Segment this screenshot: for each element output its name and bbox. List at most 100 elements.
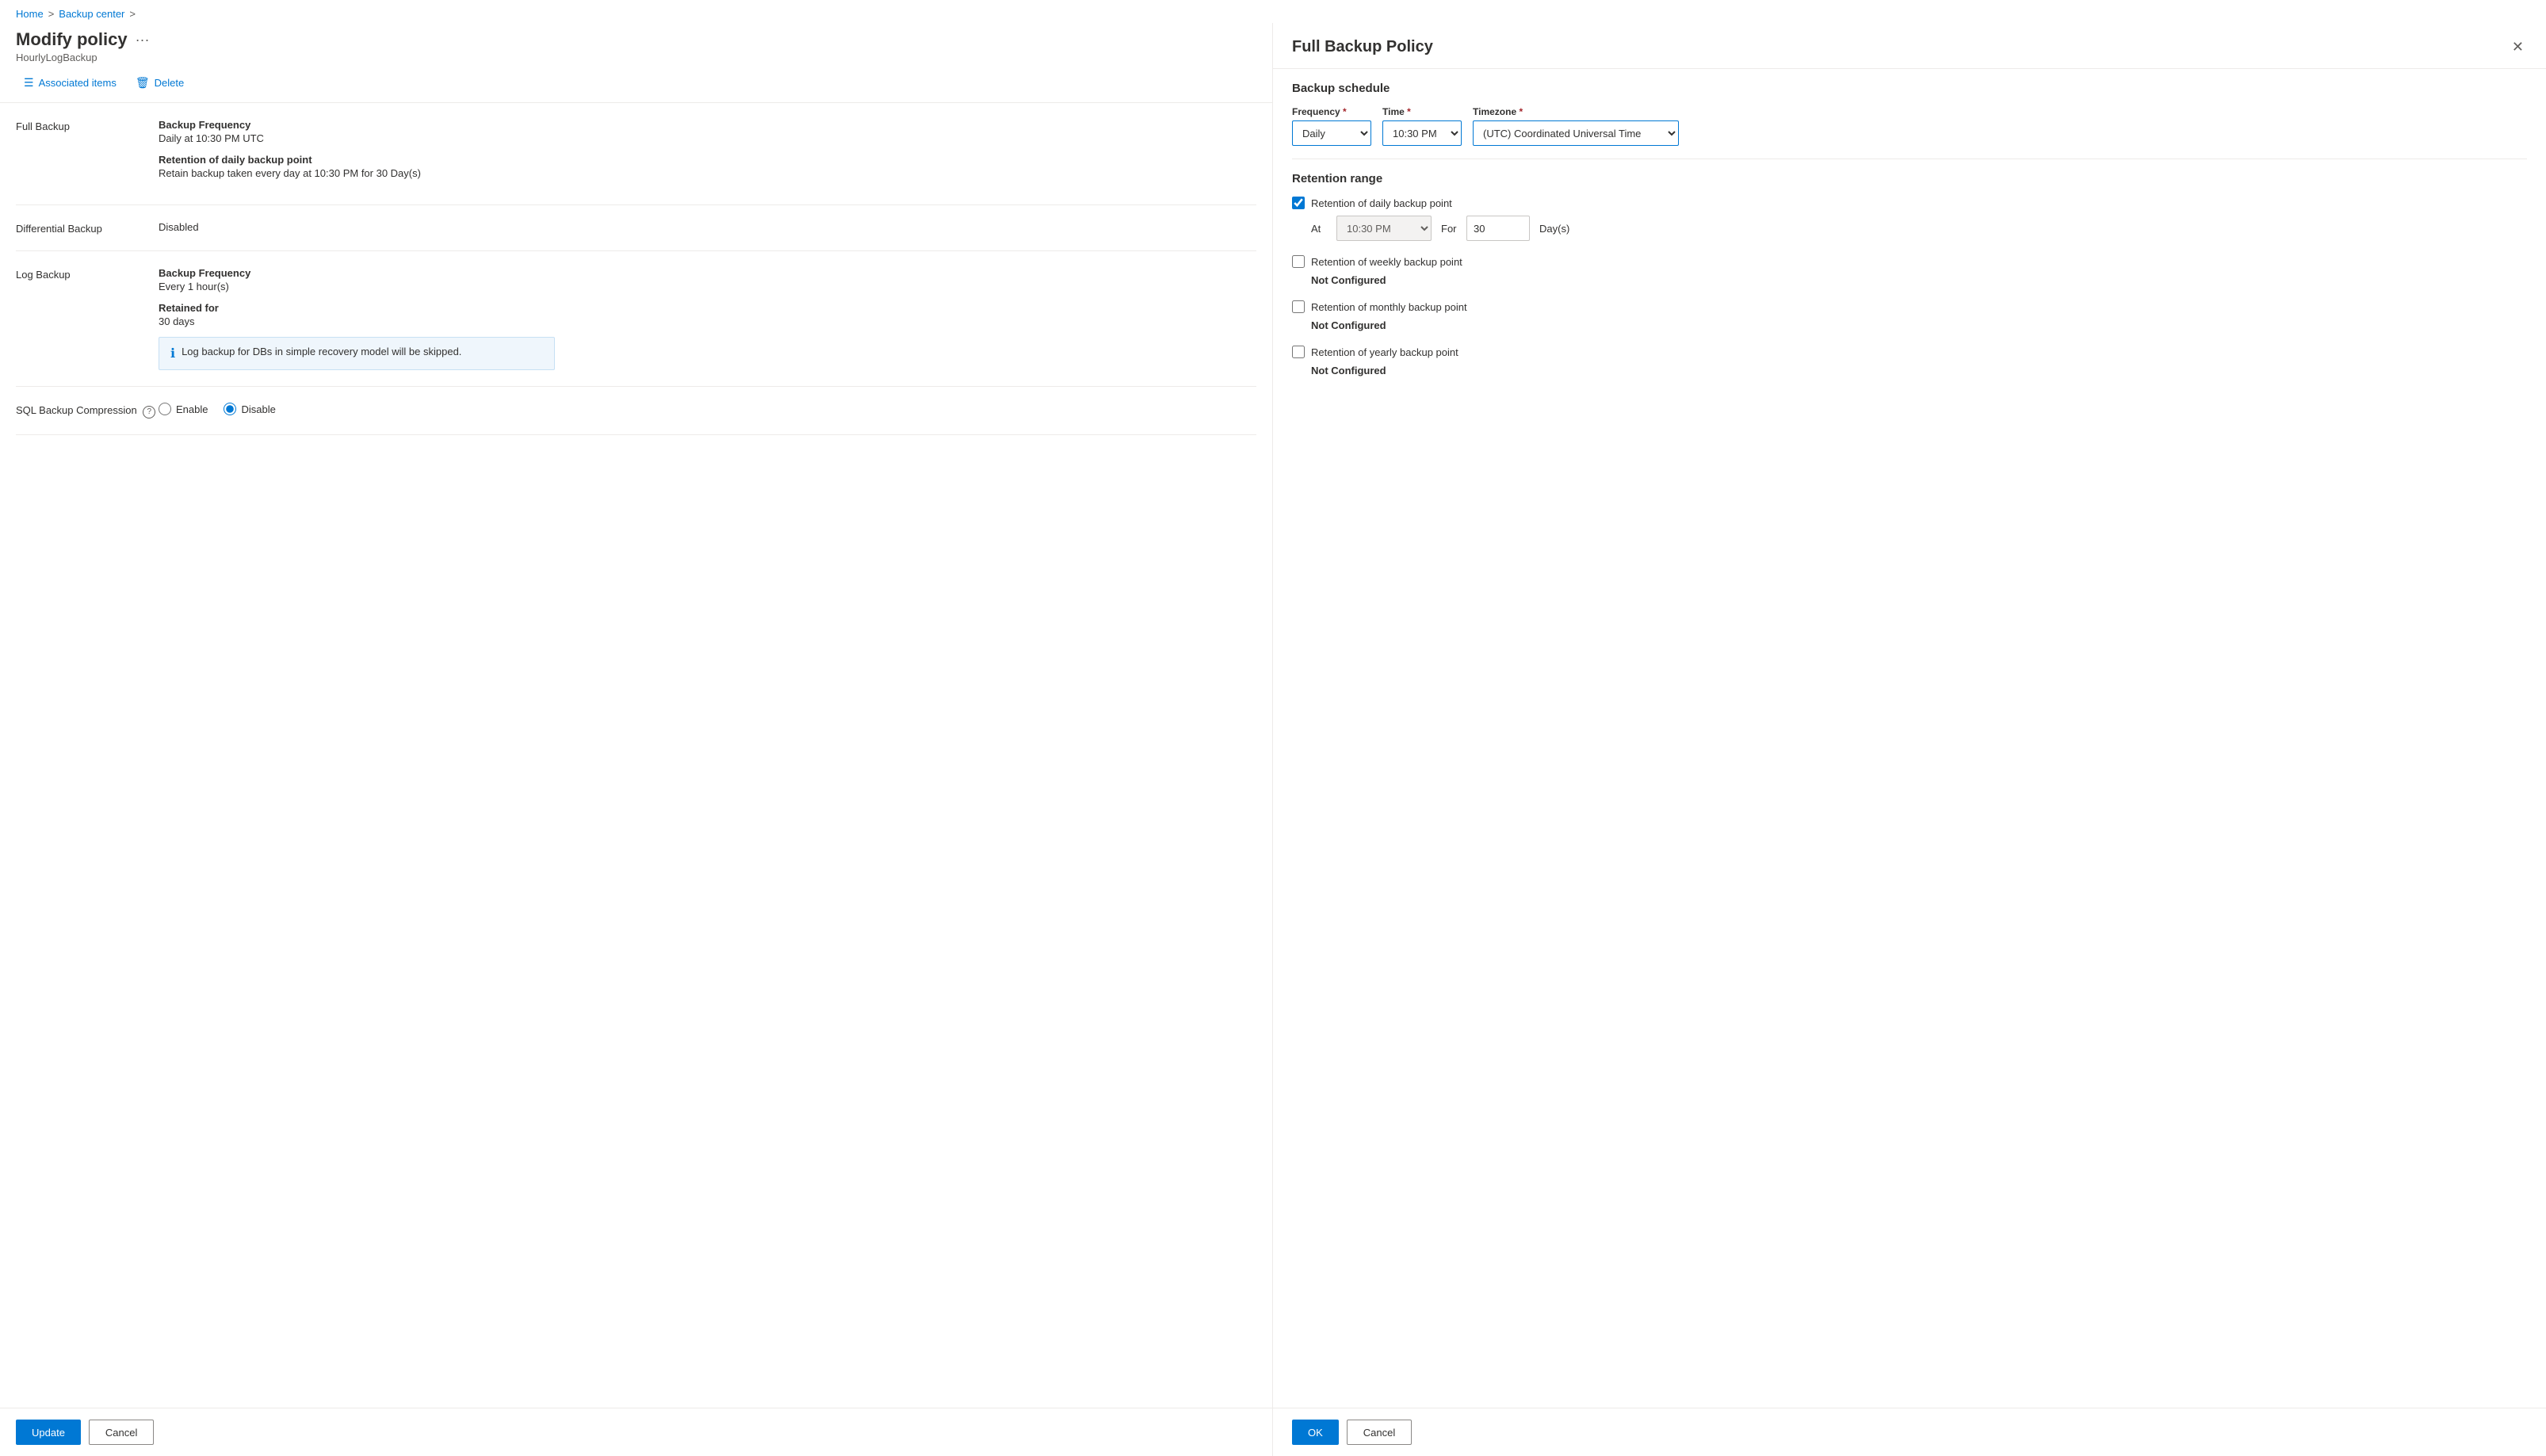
list-icon: ☰ — [24, 76, 34, 90]
left-footer: Update Cancel — [0, 1408, 1272, 1456]
left-cancel-button[interactable]: Cancel — [89, 1420, 154, 1445]
left-content: Full Backup Backup Frequency Daily at 10… — [0, 103, 1272, 1408]
monthly-retention-label: Retention of monthly backup point — [1311, 301, 1467, 313]
differential-disabled-text: Disabled — [159, 221, 1256, 233]
log-backup-retained-value: 30 days — [159, 315, 1256, 327]
daily-retention-label: Retention of daily backup point — [1311, 197, 1452, 209]
timezone-label: Timezone * — [1473, 106, 1679, 117]
frequency-select[interactable]: Daily Weekly — [1292, 120, 1371, 146]
daily-check-row: Retention of daily backup point — [1292, 197, 2527, 209]
daily-retention-sub-row: At 10:30 PM For Day(s) — [1311, 216, 2527, 241]
toolbar: ☰ Associated items 🗑 Delete — [0, 63, 1272, 103]
monthly-retention-checkbox[interactable] — [1292, 300, 1305, 313]
full-backup-frequency-label: Backup Frequency — [159, 119, 1256, 131]
differential-backup-details: Disabled — [159, 221, 1256, 235]
update-button[interactable]: Update — [16, 1420, 81, 1445]
left-panel: Modify policy ··· HourlyLogBackup ☰ Asso… — [0, 23, 1273, 1456]
page-title: Modify policy ··· — [16, 29, 1256, 50]
yearly-retention-item: Retention of yearly backup point Not Con… — [1292, 346, 2527, 376]
differential-backup-label: Differential Backup — [16, 221, 159, 235]
monthly-retention-item: Retention of monthly backup point Not Co… — [1292, 300, 2527, 331]
right-panel-title: Full Backup Policy — [1292, 38, 1433, 56]
full-backup-frequency-group: Backup Frequency Daily at 10:30 PM UTC — [159, 119, 1256, 144]
full-backup-label: Full Backup — [16, 119, 159, 189]
full-backup-frequency-value: Daily at 10:30 PM UTC — [159, 132, 1256, 144]
weekly-retention-label: Retention of weekly backup point — [1311, 256, 1462, 268]
compression-info-icon[interactable]: ? — [143, 406, 155, 418]
weekly-not-configured: Not Configured — [1311, 274, 2527, 286]
full-backup-section: Full Backup Backup Frequency Daily at 10… — [16, 103, 1256, 205]
yearly-not-configured: Not Configured — [1311, 365, 2527, 376]
log-backup-details: Backup Frequency Every 1 hour(s) Retaine… — [159, 267, 1256, 370]
daily-for-input[interactable] — [1466, 216, 1530, 241]
frequency-label: Frequency * — [1292, 106, 1371, 117]
time-field: Time * 10:30 PM 10:00 PM 11:00 PM — [1382, 106, 1462, 146]
breadcrumb: Home > Backup center > — [0, 0, 2546, 23]
log-backup-frequency-group: Backup Frequency Every 1 hour(s) — [159, 267, 1256, 292]
enable-radio-item[interactable]: Enable — [159, 403, 208, 415]
frequency-field: Frequency * Daily Weekly — [1292, 106, 1371, 146]
differential-backup-section: Differential Backup Disabled — [16, 205, 1256, 251]
associated-items-button[interactable]: ☰ Associated items — [16, 71, 124, 94]
daily-at-label: At — [1311, 223, 1327, 235]
weekly-retention-item: Retention of weekly backup point Not Con… — [1292, 255, 2527, 286]
yearly-retention-checkbox[interactable] — [1292, 346, 1305, 358]
yearly-check-row: Retention of yearly backup point — [1292, 346, 2527, 358]
breadcrumb-sep2: > — [129, 8, 136, 20]
ok-button[interactable]: OK — [1292, 1420, 1339, 1445]
time-select[interactable]: 10:30 PM 10:00 PM 11:00 PM — [1382, 120, 1462, 146]
timezone-select[interactable]: (UTC) Coordinated Universal Time — [1473, 120, 1679, 146]
daily-retention-item: Retention of daily backup point At 10:30… — [1292, 197, 2527, 241]
compression-radio-group: Enable Disable — [159, 403, 1256, 415]
monthly-not-configured: Not Configured — [1311, 319, 2527, 331]
monthly-check-row: Retention of monthly backup point — [1292, 300, 2527, 313]
breadcrumb-sep1: > — [48, 8, 55, 20]
delete-button[interactable]: 🗑 Delete — [128, 71, 192, 94]
retention-range-title: Retention range — [1292, 172, 2527, 185]
time-label: Time * — [1382, 106, 1462, 117]
daily-retention-checkbox[interactable] — [1292, 197, 1305, 209]
sql-compression-details: Enable Disable — [159, 403, 1256, 418]
log-backup-section: Log Backup Backup Frequency Every 1 hour… — [16, 251, 1256, 387]
yearly-retention-label: Retention of yearly backup point — [1311, 346, 1458, 358]
full-backup-details: Backup Frequency Daily at 10:30 PM UTC R… — [159, 119, 1256, 189]
timezone-field: Timezone * (UTC) Coordinated Universal T… — [1473, 106, 1679, 146]
more-options-button[interactable]: ··· — [136, 32, 150, 48]
right-footer: OK Cancel — [1273, 1408, 2546, 1456]
log-backup-label: Log Backup — [16, 267, 159, 370]
log-backup-retained-label: Retained for — [159, 302, 1256, 314]
disable-radio-item[interactable]: Disable — [224, 403, 275, 415]
daily-at-select[interactable]: 10:30 PM — [1336, 216, 1432, 241]
close-button[interactable]: ✕ — [2509, 36, 2527, 59]
daily-day-label: Day(s) — [1539, 223, 1569, 235]
right-panel: Full Backup Policy ✕ Backup schedule Fre… — [1273, 23, 2546, 1456]
backup-schedule-section: Backup schedule Frequency * Daily Weekly — [1292, 82, 2527, 146]
enable-radio[interactable] — [159, 403, 171, 415]
left-header: Modify policy ··· HourlyLogBackup — [0, 23, 1272, 63]
retention-range-section: Retention range Retention of daily backu… — [1292, 172, 2527, 376]
policy-subtitle: HourlyLogBackup — [16, 52, 1256, 63]
right-header: Full Backup Policy ✕ — [1273, 23, 2546, 69]
daily-for-label: For — [1441, 223, 1457, 235]
full-backup-retention-value: Retain backup taken every day at 10:30 P… — [159, 167, 1256, 179]
breadcrumb-home[interactable]: Home — [16, 8, 44, 20]
right-cancel-button[interactable]: Cancel — [1347, 1420, 1412, 1445]
log-backup-frequency-label: Backup Frequency — [159, 267, 1256, 279]
delete-icon: 🗑 — [136, 76, 150, 90]
sql-compression-section: SQL Backup Compression ? Enable Disable — [16, 387, 1256, 435]
weekly-retention-checkbox[interactable] — [1292, 255, 1305, 268]
log-backup-info-box: ℹ Log backup for DBs in simple recovery … — [159, 337, 555, 370]
schedule-form-row: Frequency * Daily Weekly Time * — [1292, 106, 2527, 146]
sql-compression-label: SQL Backup Compression ? — [16, 403, 159, 418]
breadcrumb-backup-center[interactable]: Backup center — [59, 8, 124, 20]
backup-schedule-title: Backup schedule — [1292, 82, 2527, 95]
full-backup-retention-group: Retention of daily backup point Retain b… — [159, 154, 1256, 179]
log-backup-info-text: Log backup for DBs in simple recovery mo… — [182, 346, 461, 357]
full-backup-retention-label: Retention of daily backup point — [159, 154, 1256, 166]
right-content: Backup schedule Frequency * Daily Weekly — [1273, 69, 2546, 1408]
info-icon: ℹ — [170, 346, 175, 361]
disable-radio[interactable] — [224, 403, 236, 415]
log-backup-frequency-value: Every 1 hour(s) — [159, 281, 1256, 292]
log-backup-retained-group: Retained for 30 days — [159, 302, 1256, 327]
weekly-check-row: Retention of weekly backup point — [1292, 255, 2527, 268]
